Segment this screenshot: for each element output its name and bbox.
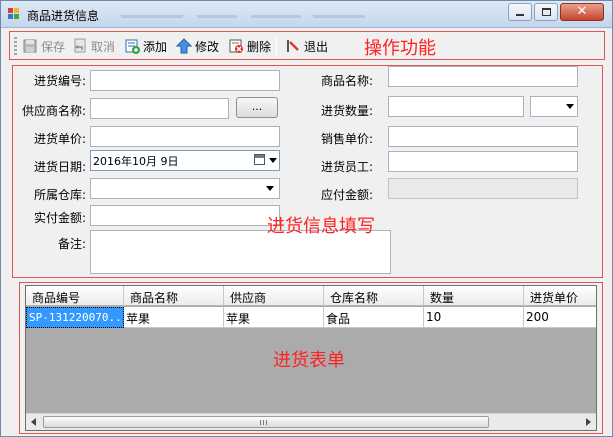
close-button[interactable]: ✕ — [560, 3, 604, 21]
warehouse-combo[interactable] — [90, 178, 280, 199]
close-icon: ✕ — [576, 4, 588, 19]
main-window: 商品进货信息 ✕ 保存 取消 添加 修改 删除 退出 操作功能 进货编号: 商品… — [0, 0, 613, 437]
add-label: 添加 — [143, 39, 168, 54]
maximize-icon — [541, 8, 551, 16]
column-header-unit-price[interactable]: 进货单价 — [524, 286, 596, 306]
product-name-input[interactable] — [388, 66, 578, 87]
chevron-down-icon — [266, 186, 274, 191]
column-header-product-name[interactable]: 商品名称 — [124, 286, 224, 306]
app-icon — [8, 8, 20, 20]
cell-unit-price[interactable]: 200 — [524, 307, 596, 328]
scrollbar-thumb[interactable] — [43, 416, 489, 428]
delete-button[interactable]: 删除 — [228, 35, 271, 57]
edit-button[interactable]: 修改 — [175, 35, 220, 57]
form-annotation: 进货信息填写 — [267, 216, 375, 237]
quantity-unit-combo[interactable] — [530, 96, 578, 117]
payable-input — [388, 178, 578, 199]
cancel-label: 取消 — [91, 39, 116, 54]
chevron-down-icon — [269, 158, 277, 163]
sale-price-label: 销售单价: — [320, 132, 373, 146]
column-header-quantity[interactable]: 数量 — [424, 286, 524, 306]
scroll-left-icon[interactable] — [31, 418, 36, 426]
column-header-warehouse[interactable]: 仓库名称 — [324, 286, 424, 306]
grid-annotation: 进货表单 — [273, 350, 345, 371]
grid-panel: 商品编号 商品名称 供应商 仓库名称 数量 进货单价 SP-131220070.… — [19, 282, 603, 434]
toolbar: 保存 取消 添加 修改 删除 退出 操作功能 — [9, 31, 605, 60]
supplier-label: 供应商名称: — [21, 104, 86, 118]
toolbar-separator — [276, 37, 277, 55]
delete-document-icon — [228, 38, 244, 54]
column-header-supplier[interactable]: 供应商 — [224, 286, 324, 306]
date-picker[interactable]: 2016年10月 9日 — [90, 150, 280, 171]
save-button[interactable]: 保存 — [22, 35, 65, 57]
up-arrow-icon — [175, 38, 193, 54]
purchase-no-input[interactable] — [90, 70, 280, 91]
date-value: 2016年10月 9日 — [93, 155, 179, 168]
save-label: 保存 — [41, 39, 66, 54]
chevron-down-icon — [566, 104, 574, 109]
window-title: 商品进货信息 — [27, 9, 100, 23]
purchase-no-label: 进货编号: — [33, 74, 86, 88]
toolbar-annotation: 操作功能 — [364, 38, 436, 59]
cell-product-name[interactable]: 苹果 — [124, 307, 224, 328]
ghost-menu-text — [121, 15, 183, 18]
edit-label: 修改 — [195, 39, 220, 54]
column-header-product-no[interactable]: 商品编号 — [26, 286, 124, 306]
add-button[interactable]: 添加 — [124, 35, 167, 57]
unit-price-label: 进货单价: — [33, 132, 86, 146]
supplier-input[interactable] — [90, 98, 229, 119]
ghost-menu-text — [197, 15, 237, 18]
calendar-icon — [254, 154, 265, 165]
form-panel: 进货编号: 商品名称: 供应商名称: ... 进货数量: 进货单价: 销售单价:… — [12, 65, 603, 278]
scrollbar-grip — [260, 420, 268, 425]
undo-document-icon — [72, 38, 88, 54]
date-label: 进货日期: — [33, 160, 86, 174]
warehouse-label: 所属仓库: — [33, 188, 86, 202]
payable-label: 应付金额: — [320, 188, 373, 202]
cell-warehouse[interactable]: 食品 — [324, 307, 424, 328]
paid-label: 实付金额: — [33, 211, 86, 225]
quantity-label: 进货数量: — [320, 104, 373, 118]
ghost-menu-text — [251, 15, 301, 18]
toolbar-grip[interactable] — [14, 37, 17, 55]
purchase-grid[interactable]: 商品编号 商品名称 供应商 仓库名称 数量 进货单价 SP-131220070.… — [25, 285, 597, 431]
grid-header: 商品编号 商品名称 供应商 仓库名称 数量 进货单价 — [26, 286, 596, 306]
cancel-button[interactable]: 取消 — [72, 35, 115, 57]
minimize-icon — [516, 14, 524, 16]
minimize-button[interactable] — [508, 3, 532, 21]
ghost-menu-text — [313, 15, 365, 18]
floppy-disk-icon — [22, 38, 38, 54]
quantity-input[interactable] — [388, 96, 524, 117]
exit-button[interactable]: 退出 — [285, 35, 328, 57]
title-bar[interactable]: 商品进货信息 ✕ — [1, 1, 612, 28]
scroll-right-icon[interactable] — [586, 418, 591, 426]
cell-quantity[interactable]: 10 — [424, 307, 524, 328]
staff-label: 进货员工: — [320, 160, 373, 174]
exit-icon — [285, 38, 301, 54]
horizontal-scrollbar[interactable] — [26, 413, 596, 430]
add-document-icon — [124, 38, 140, 54]
paid-input[interactable] — [90, 205, 280, 226]
supplier-select-button[interactable]: ... — [236, 97, 278, 118]
product-name-label: 商品名称: — [320, 74, 373, 88]
exit-label: 退出 — [304, 39, 329, 54]
delete-label: 删除 — [247, 39, 272, 54]
maximize-button[interactable] — [534, 3, 558, 21]
table-row[interactable]: SP-131220070... 苹果 苹果 食品 10 200 — [26, 307, 596, 328]
staff-input[interactable] — [388, 151, 578, 172]
cell-supplier[interactable]: 苹果 — [224, 307, 324, 328]
cell-product-no[interactable]: SP-131220070... — [26, 307, 124, 328]
sale-price-input[interactable] — [388, 126, 578, 147]
remark-label: 备注: — [57, 237, 86, 251]
unit-price-input[interactable] — [90, 126, 280, 147]
